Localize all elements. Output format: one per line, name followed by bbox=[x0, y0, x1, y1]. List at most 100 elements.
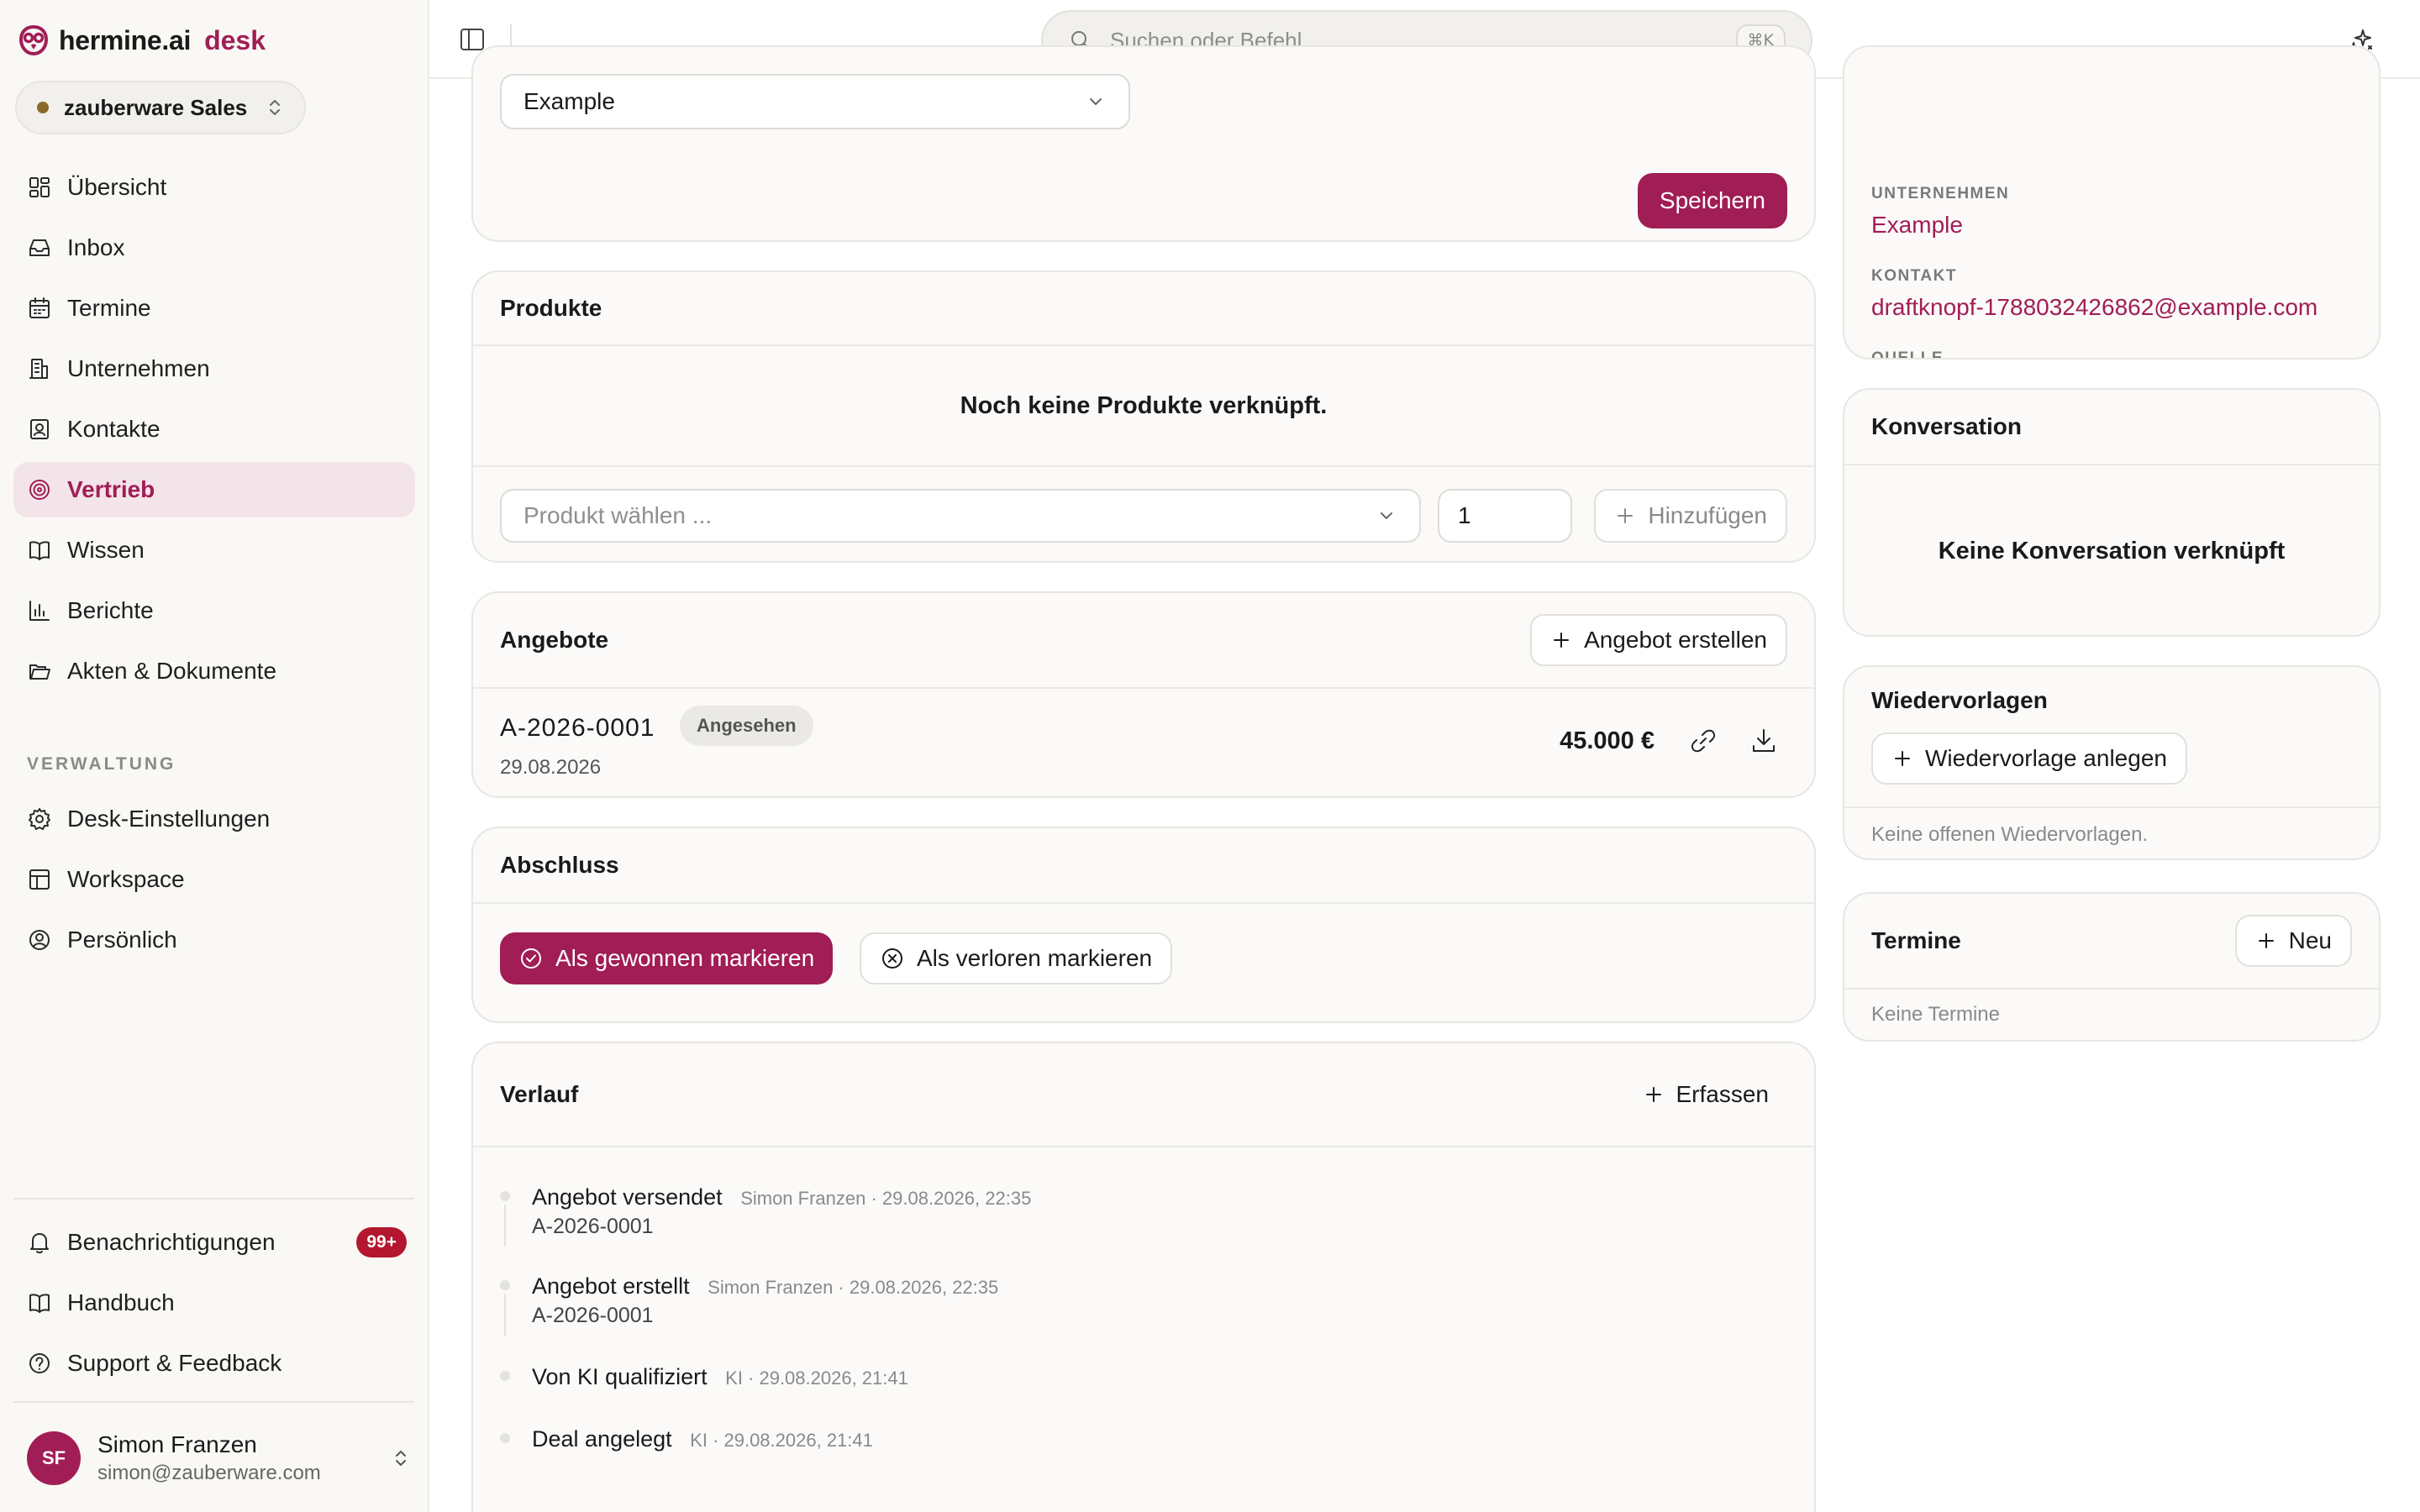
plus-icon bbox=[1554, 633, 1570, 648]
add-history-button[interactable]: Erfassen bbox=[1624, 1068, 1788, 1121]
timeline-dot bbox=[500, 1433, 510, 1443]
create-followup-button[interactable]: Wiedervorlage anlegen bbox=[1871, 732, 2187, 785]
chevron-down-icon bbox=[1090, 98, 1102, 105]
user-menu[interactable]: SF Simon Franzen simon@zauberware.com bbox=[27, 1428, 410, 1488]
sidebar-item-benachrichtigungen[interactable]: Benachrichtigungen 99+ bbox=[13, 1215, 415, 1270]
products-header: Produkte bbox=[473, 272, 1814, 346]
timeline-dot bbox=[500, 1371, 510, 1381]
contact-icon bbox=[30, 419, 49, 439]
closing-title: Abschluss bbox=[500, 852, 619, 878]
sidebar-item-vertrieb[interactable]: Vertrieb bbox=[13, 462, 415, 517]
products-card: Produkte Noch keine Produkte verknüpft. … bbox=[471, 270, 1816, 563]
timeline-title-text: Deal angelegt bbox=[532, 1426, 672, 1452]
sidebar-item-workspace[interactable]: Workspace bbox=[13, 852, 415, 907]
book-icon bbox=[29, 541, 50, 560]
sidebar-item-label: Desk-Einstellungen bbox=[67, 806, 271, 832]
timeline-line bbox=[504, 1294, 506, 1336]
timeline-title: Deal angelegt KI · 29.08.2026, 21:41 bbox=[532, 1426, 873, 1452]
sidebar-item-label: Benachrichtigungen bbox=[67, 1229, 276, 1255]
sidebar-item-desk-einstellungen[interactable]: Desk-Einstellungen bbox=[13, 791, 415, 847]
check-circle-icon bbox=[521, 948, 541, 969]
save-button[interactable]: Speichern bbox=[1637, 173, 1787, 228]
calendar-icon bbox=[29, 297, 50, 318]
offer-number: A-2026-0001 bbox=[500, 714, 655, 742]
new-appointment-button[interactable]: Neu bbox=[2234, 915, 2352, 967]
company-link[interactable]: Example bbox=[1871, 212, 2009, 239]
sidebar-item-akten[interactable]: Akten & Dokumente bbox=[13, 643, 415, 699]
appointments-header: Termine Neu bbox=[1844, 894, 2379, 990]
brand-name: hermine.ai bbox=[59, 24, 192, 55]
sidebar-item-uebersicht[interactable]: Übersicht bbox=[13, 160, 415, 215]
x-circle-icon bbox=[882, 948, 902, 969]
appointments-card: Termine Neu Keine Termine bbox=[1843, 892, 2381, 1042]
sidebar-item-support[interactable]: Support & Feedback bbox=[13, 1336, 415, 1391]
offer-date: 29.08.2026 bbox=[500, 756, 602, 779]
offer-row[interactable]: A-2026-0001 Angesehen 29.08.2026 45.000 … bbox=[473, 689, 1814, 796]
link-icon[interactable] bbox=[1686, 724, 1720, 758]
appointments-empty-text: Keine Termine bbox=[1871, 1003, 2000, 1026]
conversation-title: Konversation bbox=[1871, 413, 2022, 439]
building-icon bbox=[29, 359, 48, 379]
mark-lost-button[interactable]: Als verloren markieren bbox=[860, 932, 1173, 984]
offer-status-badge: Angesehen bbox=[680, 706, 813, 746]
offers-title: Angebote bbox=[500, 627, 609, 653]
create-offer-button[interactable]: Angebot erstellen bbox=[1530, 614, 1787, 666]
create-followup-label: Wiedervorlage anlegen bbox=[1925, 745, 2167, 771]
company-field: UNTERNEHMEN Example bbox=[1871, 185, 2009, 239]
sidebar-item-unternehmen[interactable]: Unternehmen bbox=[13, 341, 415, 396]
company-label: UNTERNEHMEN bbox=[1871, 185, 2010, 202]
timeline-meta: KI · 29.08.2026, 21:41 bbox=[690, 1430, 873, 1451]
company-select[interactable]: Example bbox=[500, 74, 1130, 129]
deal-form-card: Example Speichern bbox=[471, 45, 1816, 242]
product-select[interactable]: Produkt wählen ... bbox=[500, 489, 1421, 543]
user-info: Simon Franzen simon@zauberware.com bbox=[97, 1431, 392, 1485]
timeline-sub: A-2026-0001 bbox=[532, 1304, 654, 1327]
timeline-line bbox=[504, 1205, 506, 1247]
logo[interactable]: hermine.ai desk bbox=[18, 24, 266, 57]
workspace-switcher[interactable]: zauberware Sales bbox=[15, 81, 306, 134]
timeline-title: Angebot versendet Simon Franzen · 29.08.… bbox=[532, 1184, 1031, 1210]
sidebar-item-label: Termine bbox=[67, 295, 151, 321]
sidebar-item-kontakte[interactable]: Kontakte bbox=[13, 402, 415, 457]
sidebar-item-label: Persönlich bbox=[67, 927, 177, 953]
history-title: Verlauf bbox=[500, 1081, 579, 1107]
sidebar-item-label: Vertrieb bbox=[67, 476, 155, 502]
inbox-icon bbox=[29, 239, 50, 256]
timeline-title-text: Angebot erstellt bbox=[532, 1273, 690, 1299]
sidebar-item-wissen[interactable]: Wissen bbox=[13, 522, 415, 578]
sidebar-item-berichte[interactable]: Berichte bbox=[13, 583, 415, 638]
mark-won-button[interactable]: Als gewonnen markieren bbox=[500, 932, 834, 984]
create-offer-label: Angebot erstellen bbox=[1584, 627, 1767, 653]
conversation-card: Konversation Keine Konversation verknüpf… bbox=[1843, 388, 2381, 637]
download-icon[interactable] bbox=[1747, 724, 1781, 758]
add-product-button[interactable]: Hinzufügen bbox=[1594, 489, 1787, 543]
offer-amount: 45.000 € bbox=[1560, 727, 1655, 754]
add-product-label: Hinzufügen bbox=[1648, 502, 1767, 528]
deal-detail: Example Speichern Produkte Noch keine Pr… bbox=[429, 45, 2420, 1512]
mark-won-label: Als gewonnen markieren bbox=[555, 945, 815, 971]
sidebar-item-label: Wissen bbox=[67, 537, 145, 563]
add-history-label: Erfassen bbox=[1676, 1081, 1770, 1107]
products-empty-text: Noch keine Produkte verknüpft. bbox=[473, 346, 1814, 467]
sidebar-item-persoenlich[interactable]: Persönlich bbox=[13, 912, 415, 968]
sidebar-item-inbox[interactable]: Inbox bbox=[13, 220, 415, 276]
company-select-value: Example bbox=[523, 88, 615, 114]
mark-lost-label: Als verloren markieren bbox=[917, 945, 1153, 971]
quantity-input[interactable]: 1 bbox=[1438, 489, 1572, 543]
quantity-value: 1 bbox=[1458, 502, 1471, 528]
timeline-dot bbox=[500, 1191, 510, 1201]
sidebar-item-handbuch[interactable]: Handbuch bbox=[13, 1275, 415, 1331]
timeline-title: Angebot erstellt Simon Franzen · 29.08.2… bbox=[532, 1273, 998, 1299]
followups-title: Wiedervorlagen bbox=[1871, 687, 2048, 713]
sidebar-item-label: Support & Feedback bbox=[67, 1350, 282, 1376]
product-select-placeholder: Produkt wählen ... bbox=[523, 502, 713, 528]
bottom-nav: Benachrichtigungen 99+ Handbuch Support … bbox=[13, 1215, 415, 1396]
bell-icon bbox=[30, 1233, 49, 1254]
sidebar-item-label: Berichte bbox=[67, 597, 154, 623]
sidebar-item-termine[interactable]: Termine bbox=[13, 281, 415, 336]
timeline-meta: KI · 29.08.2026, 21:41 bbox=[725, 1368, 908, 1389]
sidebar-item-label: Kontakte bbox=[67, 416, 160, 442]
timeline-meta: Simon Franzen · 29.08.2026, 22:35 bbox=[708, 1277, 999, 1298]
contact-link[interactable]: draftknopf-1788032426862@example.com bbox=[1871, 294, 2317, 321]
help-icon bbox=[29, 1353, 50, 1373]
